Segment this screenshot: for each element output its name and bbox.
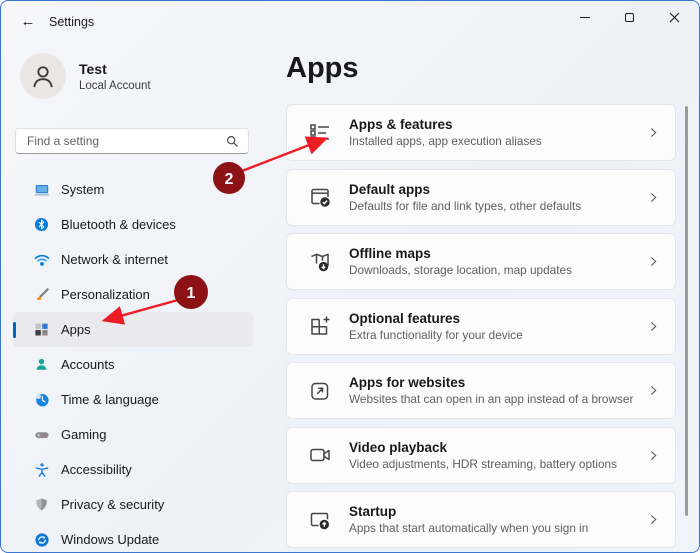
card-apps-features[interactable]: Apps & features Installed apps, app execu… xyxy=(286,104,676,161)
user-name: Test xyxy=(79,61,151,77)
settings-window: ← Settings Test Local Account xyxy=(0,0,700,553)
card-subtitle: Installed apps, app execution aliases xyxy=(349,134,542,148)
bluetooth-icon xyxy=(33,216,50,233)
sidebar-item-network-internet[interactable]: Network & internet xyxy=(13,242,253,277)
card-title: Startup xyxy=(349,504,588,519)
card-optional-features[interactable]: Optional features Extra functionality for… xyxy=(286,298,676,355)
avatar xyxy=(20,53,66,99)
person-icon xyxy=(29,62,57,90)
sidebar-item-bluetooth-devices[interactable]: Bluetooth & devices xyxy=(13,207,253,242)
sidebar-item-label: Privacy & security xyxy=(61,497,164,512)
personalization-icon xyxy=(33,286,50,303)
card-subtitle: Defaults for file and link types, other … xyxy=(349,199,581,213)
chevron-right-icon xyxy=(647,449,660,462)
caption-controls xyxy=(562,2,697,32)
chevron-right-icon xyxy=(647,384,660,397)
sidebar-item-system[interactable]: System xyxy=(13,172,253,207)
time-language-icon xyxy=(33,391,50,408)
apps-websites-icon xyxy=(308,379,332,403)
apps-icon xyxy=(33,321,50,338)
accounts-icon xyxy=(33,356,50,373)
sidebar-item-gaming[interactable]: Gaming xyxy=(13,417,253,452)
card-subtitle: Extra functionality for your device xyxy=(349,328,523,342)
card-subtitle: Websites that can open in an app instead… xyxy=(349,392,633,406)
chevron-right-icon xyxy=(647,320,660,333)
card-startup[interactable]: Startup Apps that start automatically whe… xyxy=(286,491,676,548)
startup-icon xyxy=(308,508,332,532)
close-icon xyxy=(669,12,680,23)
system-icon xyxy=(33,181,50,198)
card-title: Default apps xyxy=(349,182,581,197)
network-icon xyxy=(33,251,50,268)
card-video-playback[interactable]: Video playback Video adjustments, HDR str… xyxy=(286,427,676,484)
sidebar-item-privacy-security[interactable]: Privacy & security xyxy=(13,487,253,522)
sidebar: System Bluetooth & devices Network & int… xyxy=(13,172,253,553)
card-subtitle: Apps that start automatically when you s… xyxy=(349,521,588,535)
search-input[interactable] xyxy=(16,134,225,148)
sidebar-item-label: Network & internet xyxy=(61,252,168,267)
optional-features-icon xyxy=(308,314,332,338)
card-title: Apps for websites xyxy=(349,375,633,390)
card-offline-maps[interactable]: Offline maps Downloads, storage location,… xyxy=(286,233,676,290)
card-title: Apps & features xyxy=(349,117,542,132)
sidebar-item-label: Accounts xyxy=(61,357,114,372)
card-apps-for-websites[interactable]: Apps for websites Websites that can open … xyxy=(286,362,676,419)
windows-update-icon xyxy=(33,531,50,548)
vertical-scrollbar[interactable] xyxy=(685,106,688,516)
sidebar-item-label: Gaming xyxy=(61,427,107,442)
privacy-security-icon xyxy=(33,496,50,513)
sidebar-item-personalization[interactable]: Personalization xyxy=(13,277,253,312)
user-account-chip[interactable]: Test Local Account xyxy=(20,53,151,99)
accessibility-icon xyxy=(33,461,50,478)
offline-maps-icon xyxy=(308,250,332,274)
apps-features-icon xyxy=(308,121,332,145)
window-title: Settings xyxy=(49,15,94,29)
sidebar-item-label: System xyxy=(61,182,104,197)
gaming-icon xyxy=(33,426,50,443)
settings-card-list: Apps & features Installed apps, app execu… xyxy=(286,104,676,553)
minimize-button[interactable] xyxy=(562,2,607,32)
search-box xyxy=(15,128,249,154)
close-button[interactable] xyxy=(652,2,697,32)
sidebar-item-label: Windows Update xyxy=(61,532,159,547)
maximize-icon xyxy=(625,13,634,22)
sidebar-item-label: Time & language xyxy=(61,392,159,407)
titlebar: ← Settings xyxy=(1,1,699,41)
card-title: Optional features xyxy=(349,311,523,326)
back-button[interactable]: ← xyxy=(15,9,41,33)
sidebar-item-accounts[interactable]: Accounts xyxy=(13,347,253,382)
minimize-icon xyxy=(580,17,590,18)
default-apps-icon xyxy=(308,185,332,209)
card-subtitle: Downloads, storage location, map updates xyxy=(349,263,572,277)
video-playback-icon xyxy=(308,443,332,467)
maximize-button[interactable] xyxy=(607,2,652,32)
page-title: Apps xyxy=(286,52,359,85)
card-subtitle: Video adjustments, HDR streaming, batter… xyxy=(349,457,617,471)
card-title: Video playback xyxy=(349,440,617,455)
user-account-type: Local Account xyxy=(79,80,151,92)
sidebar-item-windows-update[interactable]: Windows Update xyxy=(13,522,253,553)
sidebar-item-accessibility[interactable]: Accessibility xyxy=(13,452,253,487)
sidebar-item-apps[interactable]: Apps xyxy=(13,312,253,347)
chevron-right-icon xyxy=(647,513,660,526)
chevron-right-icon xyxy=(647,191,660,204)
sidebar-item-label: Accessibility xyxy=(61,462,132,477)
sidebar-item-label: Apps xyxy=(61,322,91,337)
chevron-right-icon xyxy=(647,126,660,139)
sidebar-item-time-language[interactable]: Time & language xyxy=(13,382,253,417)
search-icon xyxy=(225,134,239,148)
sidebar-item-label: Bluetooth & devices xyxy=(61,217,176,232)
card-default-apps[interactable]: Default apps Defaults for file and link t… xyxy=(286,169,676,226)
card-title: Offline maps xyxy=(349,246,572,261)
sidebar-item-label: Personalization xyxy=(61,287,150,302)
chevron-right-icon xyxy=(647,255,660,268)
